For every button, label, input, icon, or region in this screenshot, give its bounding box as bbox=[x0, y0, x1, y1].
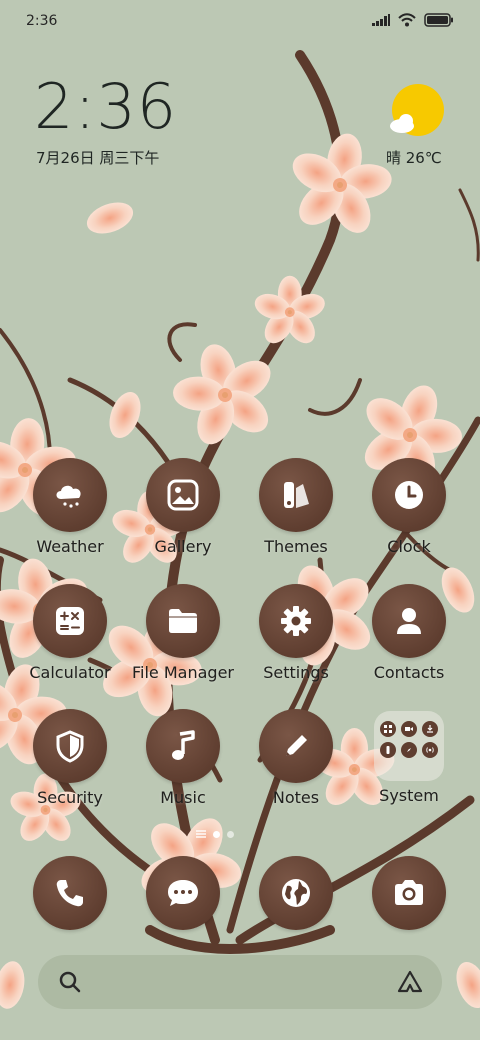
weather-icon bbox=[33, 458, 107, 532]
app-label: Clock bbox=[387, 537, 431, 556]
dock-browser[interactable] bbox=[259, 856, 333, 930]
status-bar: 2:36 bbox=[0, 0, 480, 42]
app-file-manager[interactable]: File Manager bbox=[127, 584, 239, 682]
pencil-icon bbox=[259, 709, 333, 783]
qr-scanner-icon bbox=[380, 721, 396, 737]
app-label: Gallery bbox=[154, 537, 212, 556]
app-label: Security bbox=[37, 788, 103, 807]
download-icon bbox=[422, 721, 438, 737]
clock-widget-date: 7月26日 周三下午 bbox=[36, 149, 160, 167]
search-input[interactable] bbox=[96, 967, 380, 999]
app-themes[interactable]: Themes bbox=[240, 458, 352, 556]
app-label: System bbox=[379, 786, 439, 805]
compass-icon bbox=[401, 742, 417, 758]
flashlight-icon bbox=[380, 742, 396, 758]
app-gallery[interactable]: Gallery bbox=[127, 458, 239, 556]
app-security[interactable]: Security bbox=[14, 709, 126, 807]
battery-icon bbox=[424, 13, 453, 27]
app-notes[interactable]: Notes bbox=[240, 709, 352, 807]
dock-phone[interactable] bbox=[33, 856, 107, 930]
person-icon bbox=[372, 584, 446, 658]
dock-camera[interactable] bbox=[372, 856, 446, 930]
gallery-icon bbox=[146, 458, 220, 532]
signal-icon bbox=[372, 14, 390, 26]
screen-recorder-icon bbox=[401, 721, 417, 737]
app-label: File Manager bbox=[132, 663, 234, 682]
status-time: 2:36 bbox=[26, 13, 58, 29]
folder-icon bbox=[146, 584, 220, 658]
sunny-cloud-icon[interactable] bbox=[388, 84, 444, 140]
dock-messages[interactable] bbox=[146, 856, 220, 930]
app-settings[interactable]: Settings bbox=[240, 584, 352, 682]
weather-text: 晴 26℃ bbox=[386, 149, 442, 167]
camera-icon bbox=[395, 880, 423, 905]
themes-icon bbox=[259, 458, 333, 532]
app-contacts[interactable]: Contacts bbox=[353, 584, 465, 682]
search-bar[interactable] bbox=[38, 955, 442, 1009]
app-label: Settings bbox=[263, 663, 329, 682]
music-note-icon bbox=[146, 709, 220, 783]
folder-grid-icon bbox=[374, 711, 444, 781]
status-icons bbox=[372, 13, 454, 27]
shield-icon bbox=[33, 709, 107, 783]
wifi-icon bbox=[398, 13, 416, 27]
remote-icon bbox=[422, 742, 438, 758]
page-indicator[interactable] bbox=[196, 830, 234, 838]
assistant-icon[interactable] bbox=[396, 969, 424, 995]
globe-icon bbox=[282, 879, 310, 907]
search-icon bbox=[59, 971, 81, 993]
app-weather[interactable]: Weather bbox=[14, 458, 126, 556]
gear-icon bbox=[259, 584, 333, 658]
page-dot-active bbox=[213, 830, 220, 838]
app-label: Weather bbox=[36, 537, 104, 556]
app-system-folder[interactable]: System bbox=[353, 709, 465, 805]
calculator-icon bbox=[33, 584, 107, 658]
app-label: Themes bbox=[264, 537, 328, 556]
app-label: Notes bbox=[272, 788, 320, 807]
clock-widget-time[interactable]: 2:36 bbox=[34, 76, 177, 138]
page-dot bbox=[227, 830, 234, 838]
app-label: Music bbox=[160, 788, 206, 807]
phone-icon bbox=[56, 880, 83, 907]
app-calculator[interactable]: Calculator bbox=[14, 584, 126, 682]
app-drawer-indicator bbox=[196, 830, 206, 838]
home-screen: 2:36 2:36 7月26日 周三下午 晴 26℃ Weather Galle… bbox=[0, 0, 480, 1040]
message-icon bbox=[168, 880, 198, 906]
clock-icon bbox=[372, 458, 446, 532]
app-label: Contacts bbox=[373, 663, 445, 682]
app-label: Calculator bbox=[29, 663, 111, 682]
app-clock[interactable]: Clock bbox=[353, 458, 465, 556]
app-music[interactable]: Music bbox=[127, 709, 239, 807]
